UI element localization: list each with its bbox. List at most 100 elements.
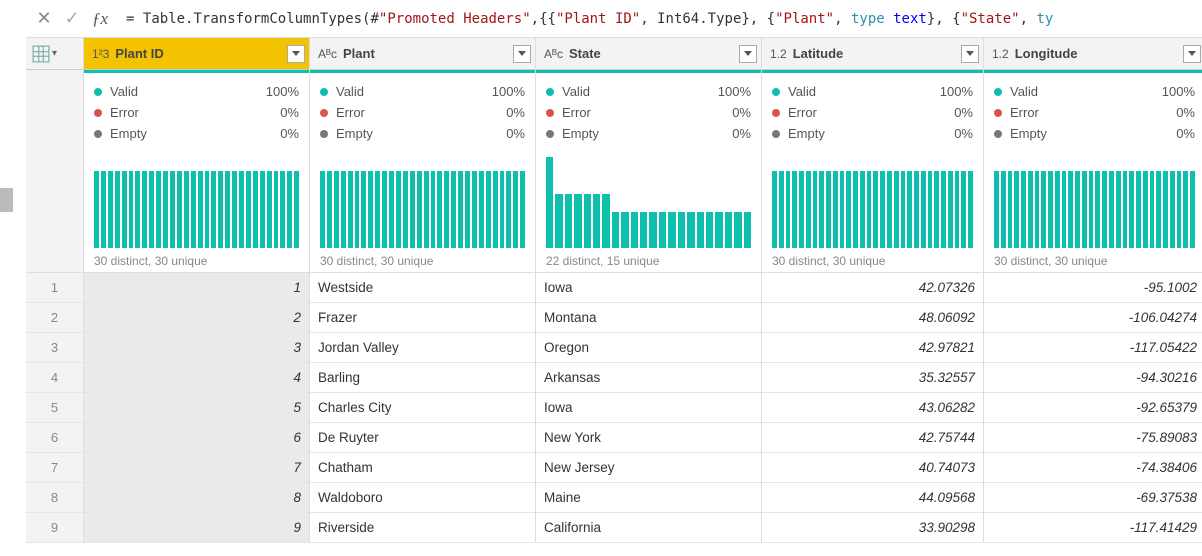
formula-input[interactable]: = Table.TransformColumnTypes(#"Promoted … (120, 11, 1198, 27)
cell[interactable]: Chatham (310, 453, 535, 483)
cell[interactable]: -94.30216 (984, 363, 1202, 393)
cell[interactable]: 43.06282 (762, 393, 983, 423)
cell[interactable]: 44.09568 (762, 483, 983, 513)
cell[interactable]: 2 (84, 303, 309, 333)
filter-dropdown-button[interactable] (513, 45, 531, 63)
column-header[interactable]: AᴮcState (536, 38, 761, 70)
cell[interactable]: Westside (310, 273, 535, 303)
table-menu-button[interactable]: ▾ (26, 38, 83, 70)
cell[interactable]: 42.07326 (762, 273, 983, 303)
cell[interactable]: -95.1002 (984, 273, 1202, 303)
cell[interactable]: 40.74073 (762, 453, 983, 483)
row-index[interactable]: 2 (26, 303, 83, 333)
column-profile: Valid100%Error0%Empty0%30 distinct, 30 u… (984, 73, 1202, 273)
filter-dropdown-button[interactable] (961, 45, 979, 63)
column-header[interactable]: 1.2Latitude (762, 38, 983, 70)
cell[interactable]: Iowa (536, 393, 761, 423)
stat-error: Error0% (94, 102, 299, 123)
chevron-down-icon (518, 51, 526, 56)
distribution-summary: 22 distinct, 15 unique (546, 254, 751, 268)
row-index[interactable]: 7 (26, 453, 83, 483)
cell[interactable]: 42.75744 (762, 423, 983, 453)
stat-empty: Empty0% (94, 123, 299, 144)
cell[interactable]: -117.41429 (984, 513, 1202, 543)
datatype-icon[interactable]: 1.2 (992, 47, 1009, 61)
row-index[interactable]: 8 (26, 483, 83, 513)
cell[interactable]: 6 (84, 423, 309, 453)
cell[interactable]: 1 (84, 273, 309, 303)
stat-valid: Valid100% (546, 81, 751, 102)
cell[interactable]: Oregon (536, 333, 761, 363)
row-index[interactable]: 1 (26, 273, 83, 303)
cell[interactable]: Charles City (310, 393, 535, 423)
stat-valid: Valid100% (320, 81, 525, 102)
collapsed-panel-tab[interactable] (0, 188, 13, 212)
cell[interactable]: Riverside (310, 513, 535, 543)
fx-icon[interactable]: ƒx (86, 9, 120, 29)
column-title: Longitude (1015, 46, 1183, 61)
cell[interactable]: New York (536, 423, 761, 453)
column-header[interactable]: 1²3Plant ID (84, 38, 309, 70)
distribution-chart (546, 152, 751, 248)
distribution-summary: 30 distinct, 30 unique (994, 254, 1195, 268)
cell[interactable]: 5 (84, 393, 309, 423)
cell[interactable]: Barling (310, 363, 535, 393)
filter-dropdown-button[interactable] (739, 45, 757, 63)
cell[interactable]: 9 (84, 513, 309, 543)
cell[interactable]: Frazer (310, 303, 535, 333)
cell[interactable]: -117.05422 (984, 333, 1202, 363)
cell[interactable]: Arkansas (536, 363, 761, 393)
row-index[interactable]: 3 (26, 333, 83, 363)
filter-dropdown-button[interactable] (287, 45, 305, 63)
cell[interactable]: 33.90298 (762, 513, 983, 543)
cell[interactable]: -69.37538 (984, 483, 1202, 513)
cell[interactable]: Waldoboro (310, 483, 535, 513)
column-plant: AᴮcPlantValid100%Error0%Empty0%30 distin… (310, 38, 536, 543)
stat-error: Error0% (546, 102, 751, 123)
distribution-chart (94, 152, 299, 248)
cell[interactable]: 4 (84, 363, 309, 393)
chevron-down-icon (1188, 51, 1196, 56)
column-longitude: 1.2 Longitude Valid100%Error0%Empty0%30 di… (984, 38, 1202, 543)
chevron-down-icon (292, 51, 300, 56)
row-index[interactable]: 5 (26, 393, 83, 423)
cell[interactable]: -92.65379 (984, 393, 1202, 423)
confirm-formula-button[interactable]: ✓ (58, 5, 86, 33)
filter-dropdown-button[interactable] (1183, 45, 1201, 63)
cell[interactable]: 7 (84, 453, 309, 483)
distribution-summary: 30 distinct, 30 unique (94, 254, 299, 268)
cell[interactable]: Maine (536, 483, 761, 513)
column-plant-id: 1²3Plant IDValid100%Error0%Empty0%30 dis… (84, 38, 310, 543)
cell[interactable]: California (536, 513, 761, 543)
cell[interactable]: 3 (84, 333, 309, 363)
cell[interactable]: 35.32557 (762, 363, 983, 393)
column-header[interactable]: Aᴮc Plant (310, 38, 535, 70)
cell[interactable]: Montana (536, 303, 761, 333)
cell[interactable]: New Jersey (536, 453, 761, 483)
chevron-down-icon (744, 51, 752, 56)
cell[interactable]: -75.89083 (984, 423, 1202, 453)
row-index[interactable]: 4 (26, 363, 83, 393)
cell[interactable]: 48.06092 (762, 303, 983, 333)
cancel-formula-button[interactable]: ✕ (30, 5, 58, 33)
cell[interactable]: De Ruyter (310, 423, 535, 453)
cell[interactable]: -74.38406 (984, 453, 1202, 483)
distribution-summary: 30 distinct, 30 unique (772, 254, 973, 268)
column-header[interactable]: 1.2 Longitude (984, 38, 1202, 70)
row-index[interactable]: 9 (26, 513, 83, 543)
data-grid: ▾ 123456789 1²3Plant IDValid100%Error0%E… (26, 38, 1202, 543)
datatype-icon[interactable]: Aᴮc (318, 47, 337, 61)
datatype-icon[interactable]: 1.2 (770, 47, 787, 61)
row-index[interactable]: 6 (26, 423, 83, 453)
column-title: Plant (343, 46, 513, 61)
cell[interactable]: -106.04274 (984, 303, 1202, 333)
cell[interactable]: 42.97821 (762, 333, 983, 363)
datatype-icon[interactable]: Aᴮc (544, 47, 563, 61)
column-profile: Valid100%Error0%Empty0% 22 distinct, 15 u… (536, 73, 761, 273)
cell[interactable]: 8 (84, 483, 309, 513)
cell[interactable]: Jordan Valley (310, 333, 535, 363)
cell[interactable]: Iowa (536, 273, 761, 303)
datatype-icon[interactable]: 1²3 (92, 47, 109, 61)
stat-error: Error0% (320, 102, 525, 123)
stat-empty: Empty0% (546, 123, 751, 144)
